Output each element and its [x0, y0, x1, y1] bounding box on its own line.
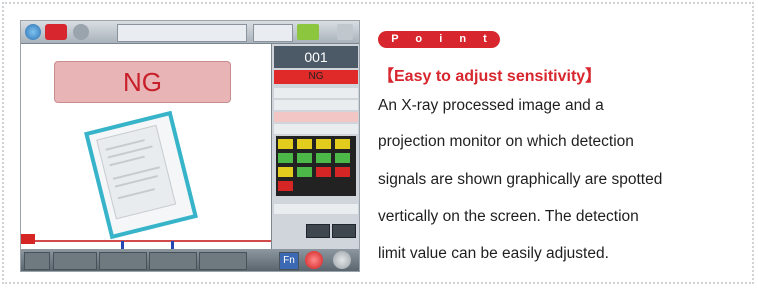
panel-ng-status: NG: [274, 70, 358, 84]
body-text-line: An X-ray processed image and a: [378, 97, 604, 114]
xray-image-area: NG: [21, 44, 271, 249]
detected-object-frame: [84, 110, 198, 240]
inspection-screenshot: NG 001 NG Fn: [20, 20, 360, 272]
stop-icon[interactable]: [305, 251, 323, 269]
ng-result-banner: NG: [54, 61, 231, 103]
detection-limit-line: [21, 240, 271, 242]
fn-button[interactable]: Fn: [279, 252, 299, 270]
panel-row: [274, 124, 358, 134]
reset-icon[interactable]: [333, 251, 351, 269]
status-panel: 001 NG: [271, 44, 359, 249]
body-text-line: signals are shown graphically are spotte…: [378, 171, 663, 188]
menu-button[interactable]: [24, 252, 50, 270]
logo-icon: [25, 24, 41, 40]
panel-row: [274, 204, 358, 214]
exit-icon[interactable]: [337, 24, 353, 40]
count-display: [253, 24, 293, 42]
body-text-line: projection monitor on which detection: [378, 133, 634, 150]
inspection-counter: 001: [274, 46, 358, 68]
product-name-field[interactable]: [117, 24, 247, 42]
alarm-icon[interactable]: [45, 24, 67, 40]
toolbar-button[interactable]: [53, 252, 97, 270]
setting-icon[interactable]: [73, 24, 89, 40]
body-text-line: vertically on the screen. The detection: [378, 208, 639, 225]
toolbar-button[interactable]: [99, 252, 147, 270]
toolbar-button[interactable]: [149, 252, 197, 270]
point-badge: P o i n t: [378, 31, 500, 48]
section-heading: 【Easy to adjust sensitivity】: [378, 68, 602, 85]
status-light-icon: [297, 24, 319, 40]
body-text-line: limit value can be easily adjusted.: [378, 245, 609, 262]
panel-button[interactable]: [306, 224, 330, 238]
panel-row: [274, 112, 358, 122]
judgement-grid[interactable]: [276, 136, 356, 196]
panel-row: [274, 88, 358, 98]
xray-object: [96, 124, 177, 220]
bottom-toolbar: Fn: [21, 249, 359, 271]
signal-marker: [21, 234, 35, 244]
top-toolbar: [21, 21, 359, 44]
panel-button[interactable]: [332, 224, 356, 238]
panel-row: [274, 100, 358, 110]
toolbar-button[interactable]: [199, 252, 247, 270]
